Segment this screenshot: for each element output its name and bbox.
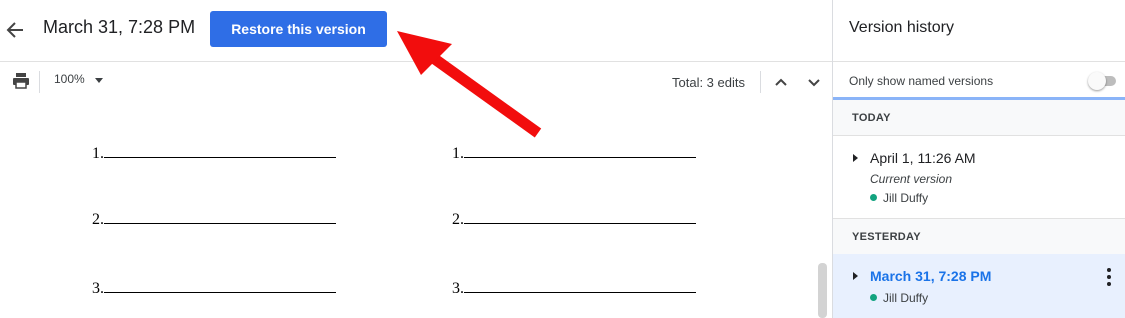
line-number: 1. bbox=[452, 145, 464, 162]
blank-underline bbox=[104, 209, 336, 224]
version-timestamp: March 31, 7:28 PM bbox=[870, 268, 992, 284]
blank-underline bbox=[104, 143, 336, 158]
numbered-blank-line: 2. bbox=[452, 209, 696, 229]
numbered-blank-line: 1. bbox=[92, 143, 336, 163]
toolbar: 100% Total: 3 edits bbox=[0, 61, 832, 103]
line-number: 2. bbox=[452, 211, 464, 228]
author-name: Jill Duffy bbox=[883, 291, 929, 305]
named-versions-toggle[interactable] bbox=[1088, 72, 1118, 90]
document-canvas: 1. 2. 3. 1. 2. 3. bbox=[0, 102, 832, 318]
section-label: YESTERDAY bbox=[852, 231, 921, 243]
blank-underline bbox=[464, 278, 696, 293]
version-author: Jill Duffy bbox=[870, 191, 928, 205]
panel-title: Version history bbox=[849, 19, 954, 36]
toolbar-divider bbox=[760, 71, 761, 93]
print-icon[interactable] bbox=[12, 71, 30, 91]
toolbar-divider bbox=[39, 71, 40, 93]
toggle-knob bbox=[1088, 72, 1106, 90]
version-subtitle: Current version bbox=[870, 172, 953, 186]
expand-caret-icon[interactable] bbox=[853, 272, 858, 280]
section-header-today: TODAY bbox=[833, 100, 1125, 136]
expand-caret-icon[interactable] bbox=[853, 154, 858, 162]
document-pane: March 31, 7:28 PM Restore this version 1… bbox=[0, 0, 832, 318]
section-header-yesterday: YESTERDAY bbox=[833, 219, 1125, 255]
page-title: March 31, 7:28 PM bbox=[43, 17, 196, 37]
user-color-dot bbox=[870, 294, 877, 302]
blank-underline bbox=[464, 143, 696, 158]
restore-version-button[interactable]: Restore this version bbox=[210, 11, 387, 47]
version-entry-selected[interactable]: March 31, 7:28 PM Jill Duffy bbox=[833, 254, 1125, 318]
document-scrollbar[interactable] bbox=[818, 263, 827, 318]
version-timestamp: April 1, 11:26 AM bbox=[870, 150, 976, 166]
more-vert-icon[interactable] bbox=[1101, 268, 1117, 288]
numbered-blank-line: 1. bbox=[452, 143, 696, 163]
line-number: 3. bbox=[92, 280, 104, 297]
version-entry[interactable]: April 1, 11:26 AM Current version Jill D… bbox=[833, 136, 1125, 219]
user-color-dot bbox=[870, 194, 877, 202]
line-number: 2. bbox=[92, 211, 104, 228]
chevron-up-icon[interactable] bbox=[770, 71, 792, 93]
blank-underline bbox=[104, 278, 336, 293]
total-edits-label: Total: 3 edits bbox=[672, 75, 745, 90]
line-number: 3. bbox=[452, 280, 464, 297]
chevron-down-icon[interactable] bbox=[803, 71, 825, 93]
version-history-panel: Version history Only show named versions… bbox=[832, 0, 1125, 318]
zoom-select[interactable]: 100% bbox=[54, 72, 85, 86]
author-name: Jill Duffy bbox=[883, 191, 929, 205]
line-number: 1. bbox=[92, 145, 104, 162]
named-versions-label: Only show named versions bbox=[849, 74, 994, 88]
numbered-blank-line: 3. bbox=[452, 278, 696, 298]
chevron-down-icon[interactable] bbox=[95, 78, 103, 83]
header-bar: March 31, 7:28 PM Restore this version bbox=[0, 0, 832, 60]
section-label: TODAY bbox=[852, 112, 891, 124]
numbered-blank-line: 2. bbox=[92, 209, 336, 229]
numbered-blank-line: 3. bbox=[92, 278, 336, 298]
version-author: Jill Duffy bbox=[870, 291, 928, 305]
back-arrow-icon[interactable] bbox=[5, 19, 25, 41]
blank-underline bbox=[464, 209, 696, 224]
named-versions-row: Only show named versions bbox=[833, 61, 1125, 99]
